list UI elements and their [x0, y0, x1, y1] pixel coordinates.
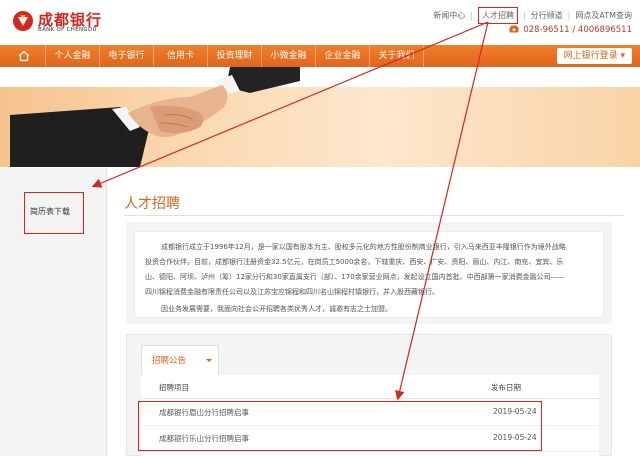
nav-item-about[interactable]: 关于我们: [370, 45, 424, 67]
resume-download-link[interactable]: 简历表下载: [24, 192, 84, 234]
intro-section: 成都银行成立于1996年12月，是一家以国有股本为主、股权多元化的地方性股份制商…: [126, 222, 612, 324]
nav-item-credit-card[interactable]: 信用卡: [154, 45, 208, 67]
top-links: 新闻中心 | 人才招聘 | 分行频道 | 网点及ATM查询: [433, 7, 632, 24]
header-divider: [141, 398, 599, 399]
main-nav: 个人金融 电子银行 信用卡 投资理财 小微金融 企业金融 关于我们 网上银行登录…: [0, 45, 640, 67]
intro-line: 四川锦程消费金融有限责任公司以及江苏宝应锦程和四川名山锦程村镇银行，并入股西藏银…: [145, 288, 439, 296]
bank-logo[interactable]: 成都银行 BANK OF CHENGDU: [12, 8, 112, 38]
notice-title-leshan[interactable]: 成都银行乐山分行招聘启事: [159, 433, 249, 444]
notice-date: 2019-05-24: [493, 433, 537, 442]
online-banking-login-button[interactable]: 网上银行登录 ▾: [556, 48, 632, 64]
nav-item-ebank[interactable]: 电子银行: [100, 45, 154, 67]
notice-list: 招聘项目 发布日期 成都银行眉山分行招聘启事 2019-05-24 成都银行乐山…: [141, 375, 599, 456]
column-header-item: 招聘项目: [159, 383, 189, 392]
column-header-date: 发布日期: [491, 383, 521, 392]
service-phone: 028-96511 / 4006896511: [509, 25, 632, 35]
caret-down-icon: [206, 359, 212, 362]
recruitment-notice-section: 招聘公告 招聘项目 发布日期 成都银行眉山分行招聘启事 2019-05-24 成…: [126, 334, 612, 456]
notice-date: 2019-05-24: [493, 407, 537, 416]
page-title: 人才招聘: [124, 196, 180, 212]
title-divider: [124, 215, 624, 216]
intro-line: 山、德阳、阿坝、泸州（筹）12家分行和30家直属支行（部）、170余家营业网点，…: [145, 273, 565, 281]
link-separator: |: [567, 11, 571, 20]
logo-text-en: BANK OF CHENGDU: [38, 27, 97, 33]
link-separator: |: [470, 11, 473, 20]
nav-item-corporate[interactable]: 企业金融: [316, 45, 370, 67]
nav-item-personal[interactable]: 个人金融: [46, 45, 100, 67]
phone-number: 028-96511 / 4006896511: [523, 25, 632, 35]
nav-item-micro-finance[interactable]: 小微金融: [262, 45, 316, 67]
intro-line: 投资合作伙伴。目前，成都银行注册资金32.5亿元，在岗员工5000余名，下辖重庆…: [145, 258, 564, 266]
top-link-branches[interactable]: 分行频道: [531, 10, 563, 21]
intro-paragraph-2: 因业务发展需要，我面向社会公开招聘各类优秀人才，诚邀有志之士加盟。: [161, 305, 392, 313]
handshake-illustration: [10, 67, 300, 167]
top-link-news[interactable]: 新闻中心: [433, 10, 465, 21]
row-divider: [141, 425, 599, 426]
top-link-recruitment[interactable]: 人才招聘: [477, 7, 518, 24]
site-header: 成都银行 BANK OF CHENGDU 新闻中心 | 人才招聘 | 分行频道 | 网点及A…: [0, 0, 640, 42]
logo-mark-icon: [13, 11, 33, 31]
tab-label: 招聘公告: [152, 356, 187, 366]
link-separator: |: [522, 11, 526, 20]
top-link-atm[interactable]: 网点及ATM查询: [575, 10, 632, 21]
banner-image: [0, 67, 640, 167]
nav-item-investment[interactable]: 投资理财: [208, 45, 262, 67]
phone-icon: [509, 25, 519, 33]
tab-recruitment-notice[interactable]: 招聘公告: [141, 345, 219, 375]
notice-title-meishan[interactable]: 成都银行眉山分行招聘启事: [159, 407, 249, 418]
nav-home-cell[interactable]: [0, 45, 46, 67]
intro-text-box: 成都银行成立于1996年12月，是一家以国有股本为主、股权多元化的地方性股份制商…: [134, 231, 604, 318]
row-divider: [141, 451, 599, 452]
intro-line: 成都银行成立于1996年12月，是一家以国有股本为主、股权多元化的地方性股份制商…: [161, 243, 566, 251]
